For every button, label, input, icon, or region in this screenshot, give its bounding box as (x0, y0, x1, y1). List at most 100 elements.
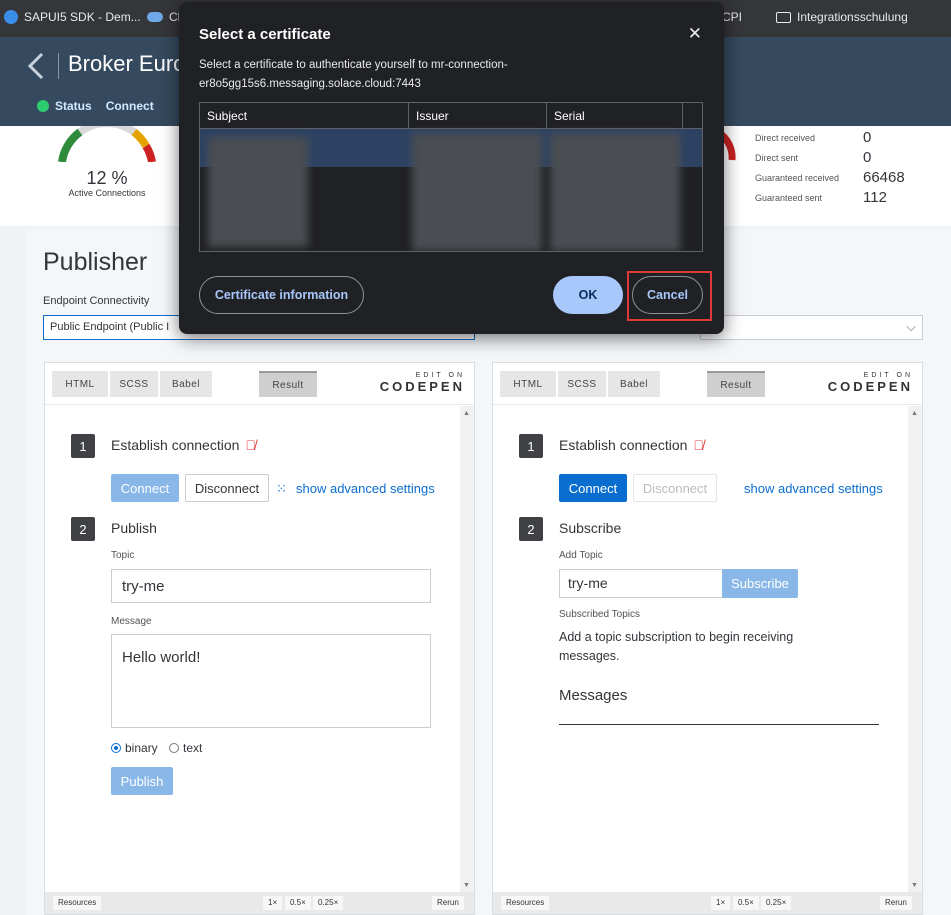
gauge-label: Active Connections (68, 188, 146, 198)
step-number: 2 (519, 517, 543, 541)
messages-divider (559, 724, 879, 725)
gauge-value: 12 % (86, 168, 128, 188)
scroll-down-icon[interactable]: ▼ (463, 882, 470, 889)
connect-button[interactable]: Connect (559, 474, 627, 502)
ok-button[interactable]: OK (553, 276, 623, 314)
tab-result[interactable]: Result (707, 371, 765, 397)
scroll-up-icon[interactable]: ▲ (911, 410, 918, 417)
step-title-establish: Establish connection ⛓̸ (111, 437, 256, 453)
radio-selected-icon (111, 743, 121, 753)
resources-button[interactable]: Resources (501, 896, 550, 910)
subscribe-button[interactable]: Subscribe (722, 569, 798, 598)
codepen-logo[interactable]: EDIT ON CODEPEN (828, 372, 913, 394)
tab-connect[interactable]: Connect (106, 99, 154, 113)
zoom-025x-button[interactable]: 0.25× (761, 896, 792, 910)
certificate-information-button[interactable]: Certificate information (199, 276, 364, 314)
bookmark-cloud[interactable]: Cl (147, 10, 180, 24)
column-divider (546, 103, 547, 128)
zoom-05x-button[interactable]: 0.5× (733, 896, 759, 910)
disconnect-button[interactable]: Disconnect (185, 474, 269, 502)
tab-scss[interactable]: SCSS (110, 371, 158, 397)
certificate-table-header: Subject Issuer Serial (200, 103, 702, 129)
zoom-1x-button[interactable]: 1× (711, 896, 731, 910)
close-icon[interactable]: ✕ (688, 24, 702, 44)
codepen-footer: Resources 1× 0.5× 0.25× Rerun (45, 892, 474, 914)
scrollbar[interactable]: ▲ ▼ (460, 406, 474, 893)
back-arrow-icon[interactable] (24, 51, 48, 81)
tab-html[interactable]: HTML (52, 371, 108, 397)
column-subject[interactable]: Subject (207, 109, 247, 123)
cloud-icon (147, 12, 163, 22)
step-number: 2 (71, 517, 95, 541)
rerun-button[interactable]: Rerun (432, 896, 464, 910)
dialog-description: Select a certificate to authenticate you… (199, 59, 508, 90)
stat-guaranteed-received: Guaranteed received 66468 (755, 169, 905, 186)
subscribed-topics-label: Subscribed Topics (559, 609, 640, 620)
stat-guaranteed-sent: Guaranteed sent 112 (755, 189, 887, 206)
stat-direct-received: Direct received 0 (755, 129, 872, 146)
advanced-settings-link[interactable]: show advanced settings (744, 481, 883, 496)
scroll-down-icon[interactable]: ▼ (911, 882, 918, 889)
radio-text[interactable]: text (169, 741, 202, 755)
status-ok-icon (37, 100, 49, 112)
column-serial[interactable]: Serial (554, 109, 585, 123)
chevron-down-icon: ⌵ (906, 319, 916, 334)
zoom-025x-button[interactable]: 0.25× (313, 896, 344, 910)
scroll-up-icon[interactable]: ▲ (463, 410, 470, 417)
add-topic-input[interactable]: try-me (559, 569, 723, 598)
step-title-subscribe: Subscribe (559, 520, 622, 536)
publish-button[interactable]: Publish (111, 767, 173, 795)
tab-babel[interactable]: Babel (608, 371, 660, 397)
certificate-table: Subject Issuer Serial (199, 102, 703, 252)
messages-title: Messages (559, 687, 628, 704)
sap-favicon-icon (4, 10, 18, 24)
tab-scss[interactable]: SCSS (558, 371, 606, 397)
subscription-hint: Add a topic subscription to begin receiv… (559, 630, 794, 663)
redacted-issuer (412, 133, 542, 251)
bookmark-label: SAPUI5 SDK - Dem... (24, 10, 141, 24)
dialog-title: Select a certificate (199, 26, 331, 43)
tab-babel[interactable]: Babel (160, 371, 212, 397)
topic-input[interactable]: try-me (111, 569, 431, 603)
column-divider (408, 103, 409, 128)
bookmark-integrationsschulung[interactable]: Integrationsschulung (776, 10, 908, 24)
bookmark-label: Integrationsschulung (797, 10, 908, 24)
zoom-05x-button[interactable]: 0.5× (285, 896, 311, 910)
step-title-establish: Establish connection ⛓̸ (559, 437, 704, 453)
radio-binary[interactable]: binary (111, 741, 158, 755)
bookmark-cpi[interactable]: CPI (722, 10, 742, 24)
redacted-subject (208, 137, 308, 247)
step-number: 1 (71, 434, 95, 458)
rerun-button[interactable]: Rerun (880, 896, 912, 910)
disconnect-button[interactable]: Disconnect (633, 474, 717, 502)
step-title-publish: Publish (111, 520, 157, 536)
tab-html[interactable]: HTML (500, 371, 556, 397)
zoom-1x-button[interactable]: 1× (263, 896, 283, 910)
codepen-embed-publisher: HTML SCSS Babel Result EDIT ON CODEPEN 1… (44, 362, 475, 915)
column-issuer[interactable]: Issuer (416, 109, 449, 123)
header-divider (58, 53, 59, 79)
endpoint-select-secondary[interactable]: ⌵ (700, 315, 923, 340)
add-topic-label: Add Topic (559, 550, 603, 561)
endpoint-label: Endpoint Connectivity (43, 295, 150, 307)
cancel-highlight-box (627, 271, 712, 321)
scrollbar[interactable]: ▲ ▼ (908, 406, 922, 893)
connect-button[interactable]: Connect (111, 474, 179, 502)
tab-result[interactable]: Result (259, 371, 317, 397)
page-title: Broker Euro (68, 51, 186, 76)
header-tabs: Status Connect (37, 99, 154, 113)
codepen-footer: Resources 1× 0.5× 0.25× Rerun (493, 892, 922, 914)
codepen-logo[interactable]: EDIT ON CODEPEN (380, 372, 465, 394)
step-number: 1 (519, 434, 543, 458)
message-textarea[interactable]: Hello world! (111, 634, 431, 728)
bookmark-sapui5[interactable]: SAPUI5 SDK - Dem... (4, 10, 141, 24)
folder-icon (776, 11, 791, 23)
tab-status[interactable]: Status (37, 99, 92, 113)
codepen-embed-subscriber: HTML SCSS Babel Result EDIT ON CODEPEN 1… (492, 362, 923, 915)
codepen-tabbar: HTML SCSS Babel Result EDIT ON CODEPEN (493, 363, 922, 405)
resources-button[interactable]: Resources (53, 896, 102, 910)
spinner-icon: ⁙ (276, 481, 287, 496)
topic-label: Topic (111, 550, 135, 561)
advanced-settings-link[interactable]: show advanced settings (296, 481, 435, 496)
message-label: Message (111, 616, 152, 627)
